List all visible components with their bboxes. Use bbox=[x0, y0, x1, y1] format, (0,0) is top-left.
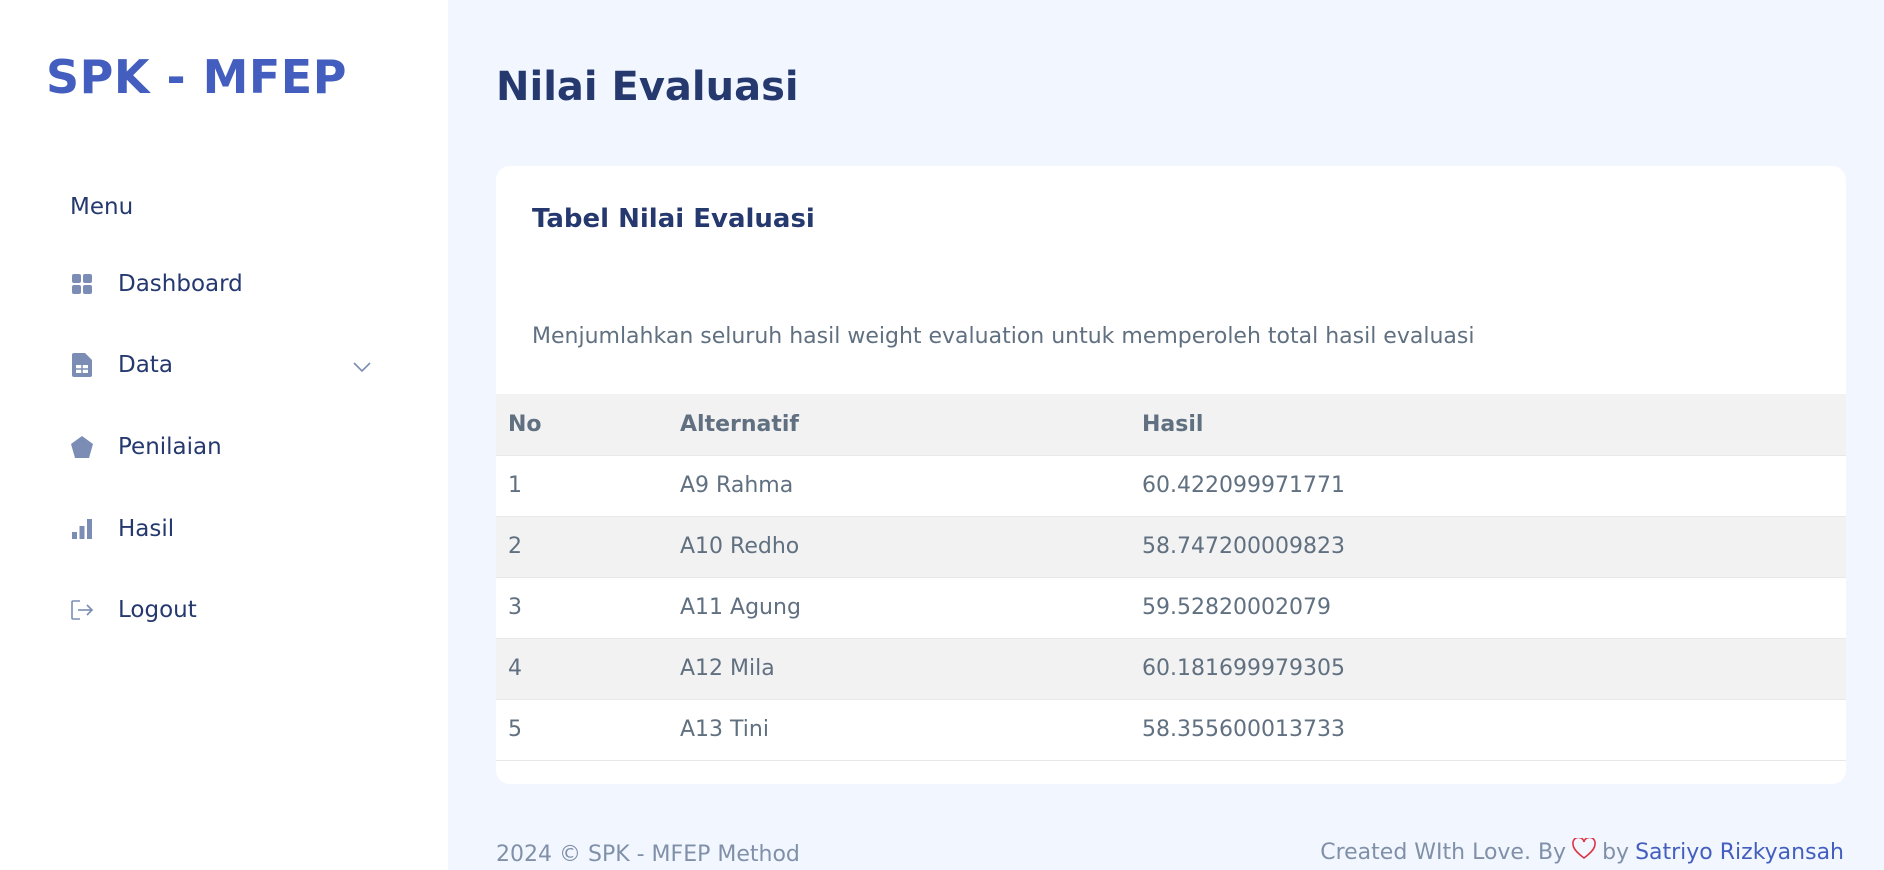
cell-no: 1 bbox=[496, 455, 668, 517]
sidebar-item-logout[interactable]: Logout bbox=[70, 584, 380, 636]
table-row: 4 A12 Mila 60.181699979305 bbox=[496, 638, 1846, 700]
page-title: Nilai Evaluasi bbox=[496, 64, 799, 110]
column-header-alternatif: Alternatif bbox=[668, 394, 1130, 456]
menu-title: Menu bbox=[70, 194, 134, 220]
sidebar-item-label: Penilaian bbox=[118, 434, 222, 460]
cell-no: 4 bbox=[496, 638, 668, 700]
cell-alternatif: A12 Mila bbox=[668, 638, 1130, 700]
table-row: 1 A9 Rahma 60.422099971771 bbox=[496, 455, 1846, 517]
cell-alternatif: A9 Rahma bbox=[668, 455, 1130, 517]
sidebar-item-label: Hasil bbox=[118, 516, 175, 542]
cell-hasil: 58.747200009823 bbox=[1130, 516, 1846, 578]
evaluation-card: Tabel Nilai Evaluasi Menjumlahkan seluru… bbox=[496, 166, 1846, 784]
heart-icon bbox=[1572, 836, 1596, 866]
sidebar-item-hasil[interactable]: Hasil bbox=[70, 503, 380, 555]
table-header-row: No Alternatif Hasil bbox=[496, 394, 1846, 456]
column-header-no: No bbox=[496, 394, 668, 456]
cell-hasil: 58.355600013733 bbox=[1130, 699, 1846, 761]
evaluation-table: No Alternatif Hasil 1 A9 Rahma 60.422099… bbox=[496, 394, 1846, 761]
author-link[interactable]: Satriyo Rizkyansah bbox=[1635, 840, 1844, 865]
sidebar: SPK - MFEP Menu Dashboard Data Penilaian… bbox=[0, 0, 448, 870]
table-row: 2 A10 Redho 58.747200009823 bbox=[496, 516, 1846, 578]
cell-alternatif: A11 Agung bbox=[668, 577, 1130, 639]
footer-credit: Created WIth Love. By by Satriyo Rizkyan… bbox=[1320, 836, 1844, 866]
sidebar-item-dashboard[interactable]: Dashboard bbox=[70, 258, 380, 310]
sidebar-item-label: Data bbox=[118, 352, 173, 378]
file-spreadsheet-icon bbox=[70, 353, 94, 377]
cell-hasil: 60.181699979305 bbox=[1130, 638, 1846, 700]
cell-no: 3 bbox=[496, 577, 668, 639]
sidebar-item-data[interactable]: Data bbox=[70, 339, 380, 391]
sidebar-item-penilaian[interactable]: Penilaian bbox=[70, 421, 380, 473]
footer-credit-text: Created WIth Love. By bbox=[1320, 839, 1567, 865]
logout-icon bbox=[70, 598, 94, 622]
grid-icon bbox=[70, 272, 94, 296]
column-header-hasil: Hasil bbox=[1130, 394, 1846, 456]
table-row: 3 A11 Agung 59.52820002079 bbox=[496, 577, 1846, 639]
cell-alternatif: A13 Tini bbox=[668, 699, 1130, 761]
cell-hasil: 60.422099971771 bbox=[1130, 455, 1846, 517]
cell-no: 2 bbox=[496, 516, 668, 578]
cell-alternatif: A10 Redho bbox=[668, 516, 1130, 578]
pentagon-icon bbox=[70, 435, 94, 459]
footer-by-text: by bbox=[1602, 839, 1630, 865]
bar-chart-icon bbox=[70, 517, 94, 541]
card-description: Menjumlahkan seluruh hasil weight evalua… bbox=[532, 324, 1475, 349]
footer-copyright: 2024 © SPK - MFEP Method bbox=[496, 842, 800, 867]
cell-hasil: 59.52820002079 bbox=[1130, 577, 1846, 639]
brand-logo[interactable]: SPK - MFEP bbox=[46, 50, 347, 104]
sidebar-item-label: Logout bbox=[118, 597, 197, 623]
table-row: 5 A13 Tini 58.355600013733 bbox=[496, 699, 1846, 761]
sidebar-item-label: Dashboard bbox=[118, 271, 243, 297]
main-content: Nilai Evaluasi Tabel Nilai Evaluasi Menj… bbox=[448, 0, 1884, 870]
card-title: Tabel Nilai Evaluasi bbox=[532, 204, 815, 234]
chevron-down-icon[interactable] bbox=[352, 353, 372, 379]
cell-no: 5 bbox=[496, 699, 668, 761]
